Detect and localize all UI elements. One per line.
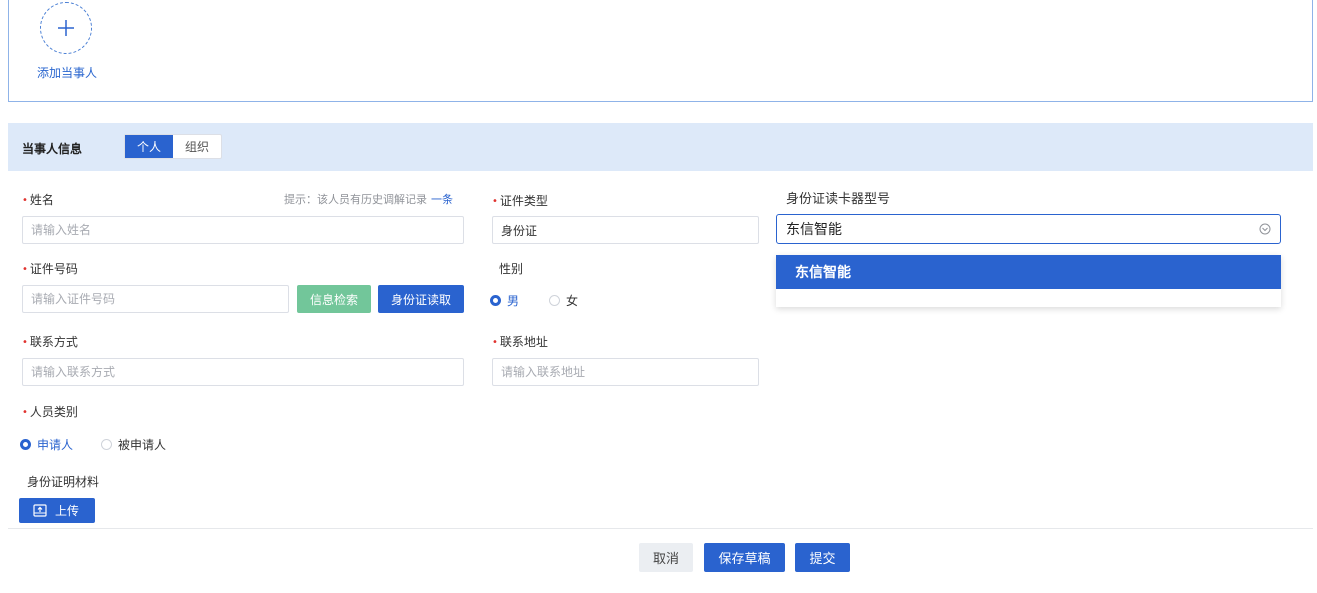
upload-button[interactable]: 上传 — [19, 498, 95, 523]
party-type-toggle: 个人 组织 — [124, 134, 223, 159]
history-hint: 提示：该人员有历史调解记录 一条 — [284, 193, 453, 206]
add-party-label[interactable]: 添加当事人 — [37, 64, 97, 81]
gender-label: 性别 — [499, 262, 524, 276]
id-material-label: 身份证明材料 — [27, 475, 100, 489]
gender-male-radio[interactable]: 男 — [490, 292, 519, 309]
person-type-applicant-radio[interactable]: 申请人 — [20, 436, 73, 453]
party-list-area: 添加当事人 — [8, 0, 1313, 102]
info-search-button[interactable]: 信息检索 — [297, 285, 371, 313]
history-record-link[interactable]: 一条 — [431, 193, 453, 206]
footer-divider — [8, 528, 1313, 529]
reader-model-dropdown: 东信智能 — [776, 255, 1281, 307]
reader-model-label: 身份证读卡器型号 — [786, 192, 891, 207]
id-number-input[interactable] — [22, 285, 289, 313]
person-type-radio-group: 申请人 被申请人 — [20, 436, 166, 453]
id-type-label: • 证件类型 — [492, 194, 548, 208]
cancel-button[interactable]: 取消 — [639, 543, 693, 572]
gender-radio-group: 男 女 — [490, 292, 578, 309]
address-label: • 联系地址 — [492, 335, 548, 349]
reader-model-value: 东信智能 — [786, 222, 842, 238]
save-draft-button[interactable]: 保存草稿 — [704, 543, 785, 572]
person-type-label: • 人员类别 — [22, 405, 78, 419]
chevron-down-icon — [1259, 223, 1271, 235]
name-input[interactable] — [22, 216, 464, 244]
contact-input[interactable] — [22, 358, 464, 386]
upload-button-label: 上传 — [55, 504, 80, 518]
tab-individual[interactable]: 个人 — [125, 135, 174, 158]
id-card-read-button[interactable]: 身份证读取 — [378, 285, 464, 313]
gender-female-radio[interactable]: 女 — [549, 292, 578, 309]
contact-label: • 联系方式 — [22, 335, 78, 349]
id-number-label: • 证件号码 — [22, 262, 78, 276]
id-type-input[interactable] — [492, 216, 759, 244]
address-input[interactable] — [492, 358, 759, 386]
party-info-header: 当事人信息 个人 组织 — [8, 123, 1313, 171]
name-label: • 姓名 — [22, 193, 54, 207]
submit-button[interactable]: 提交 — [795, 543, 850, 572]
add-party-button[interactable] — [40, 2, 92, 54]
reader-model-option[interactable]: 东信智能 — [776, 255, 1281, 289]
plus-icon — [58, 20, 74, 36]
reader-model-select[interactable]: 东信智能 — [776, 214, 1281, 244]
person-type-respondent-radio[interactable]: 被申请人 — [101, 436, 166, 453]
section-title: 当事人信息 — [22, 142, 83, 156]
tab-organization[interactable]: 组织 — [173, 135, 221, 158]
upload-icon — [33, 504, 47, 517]
